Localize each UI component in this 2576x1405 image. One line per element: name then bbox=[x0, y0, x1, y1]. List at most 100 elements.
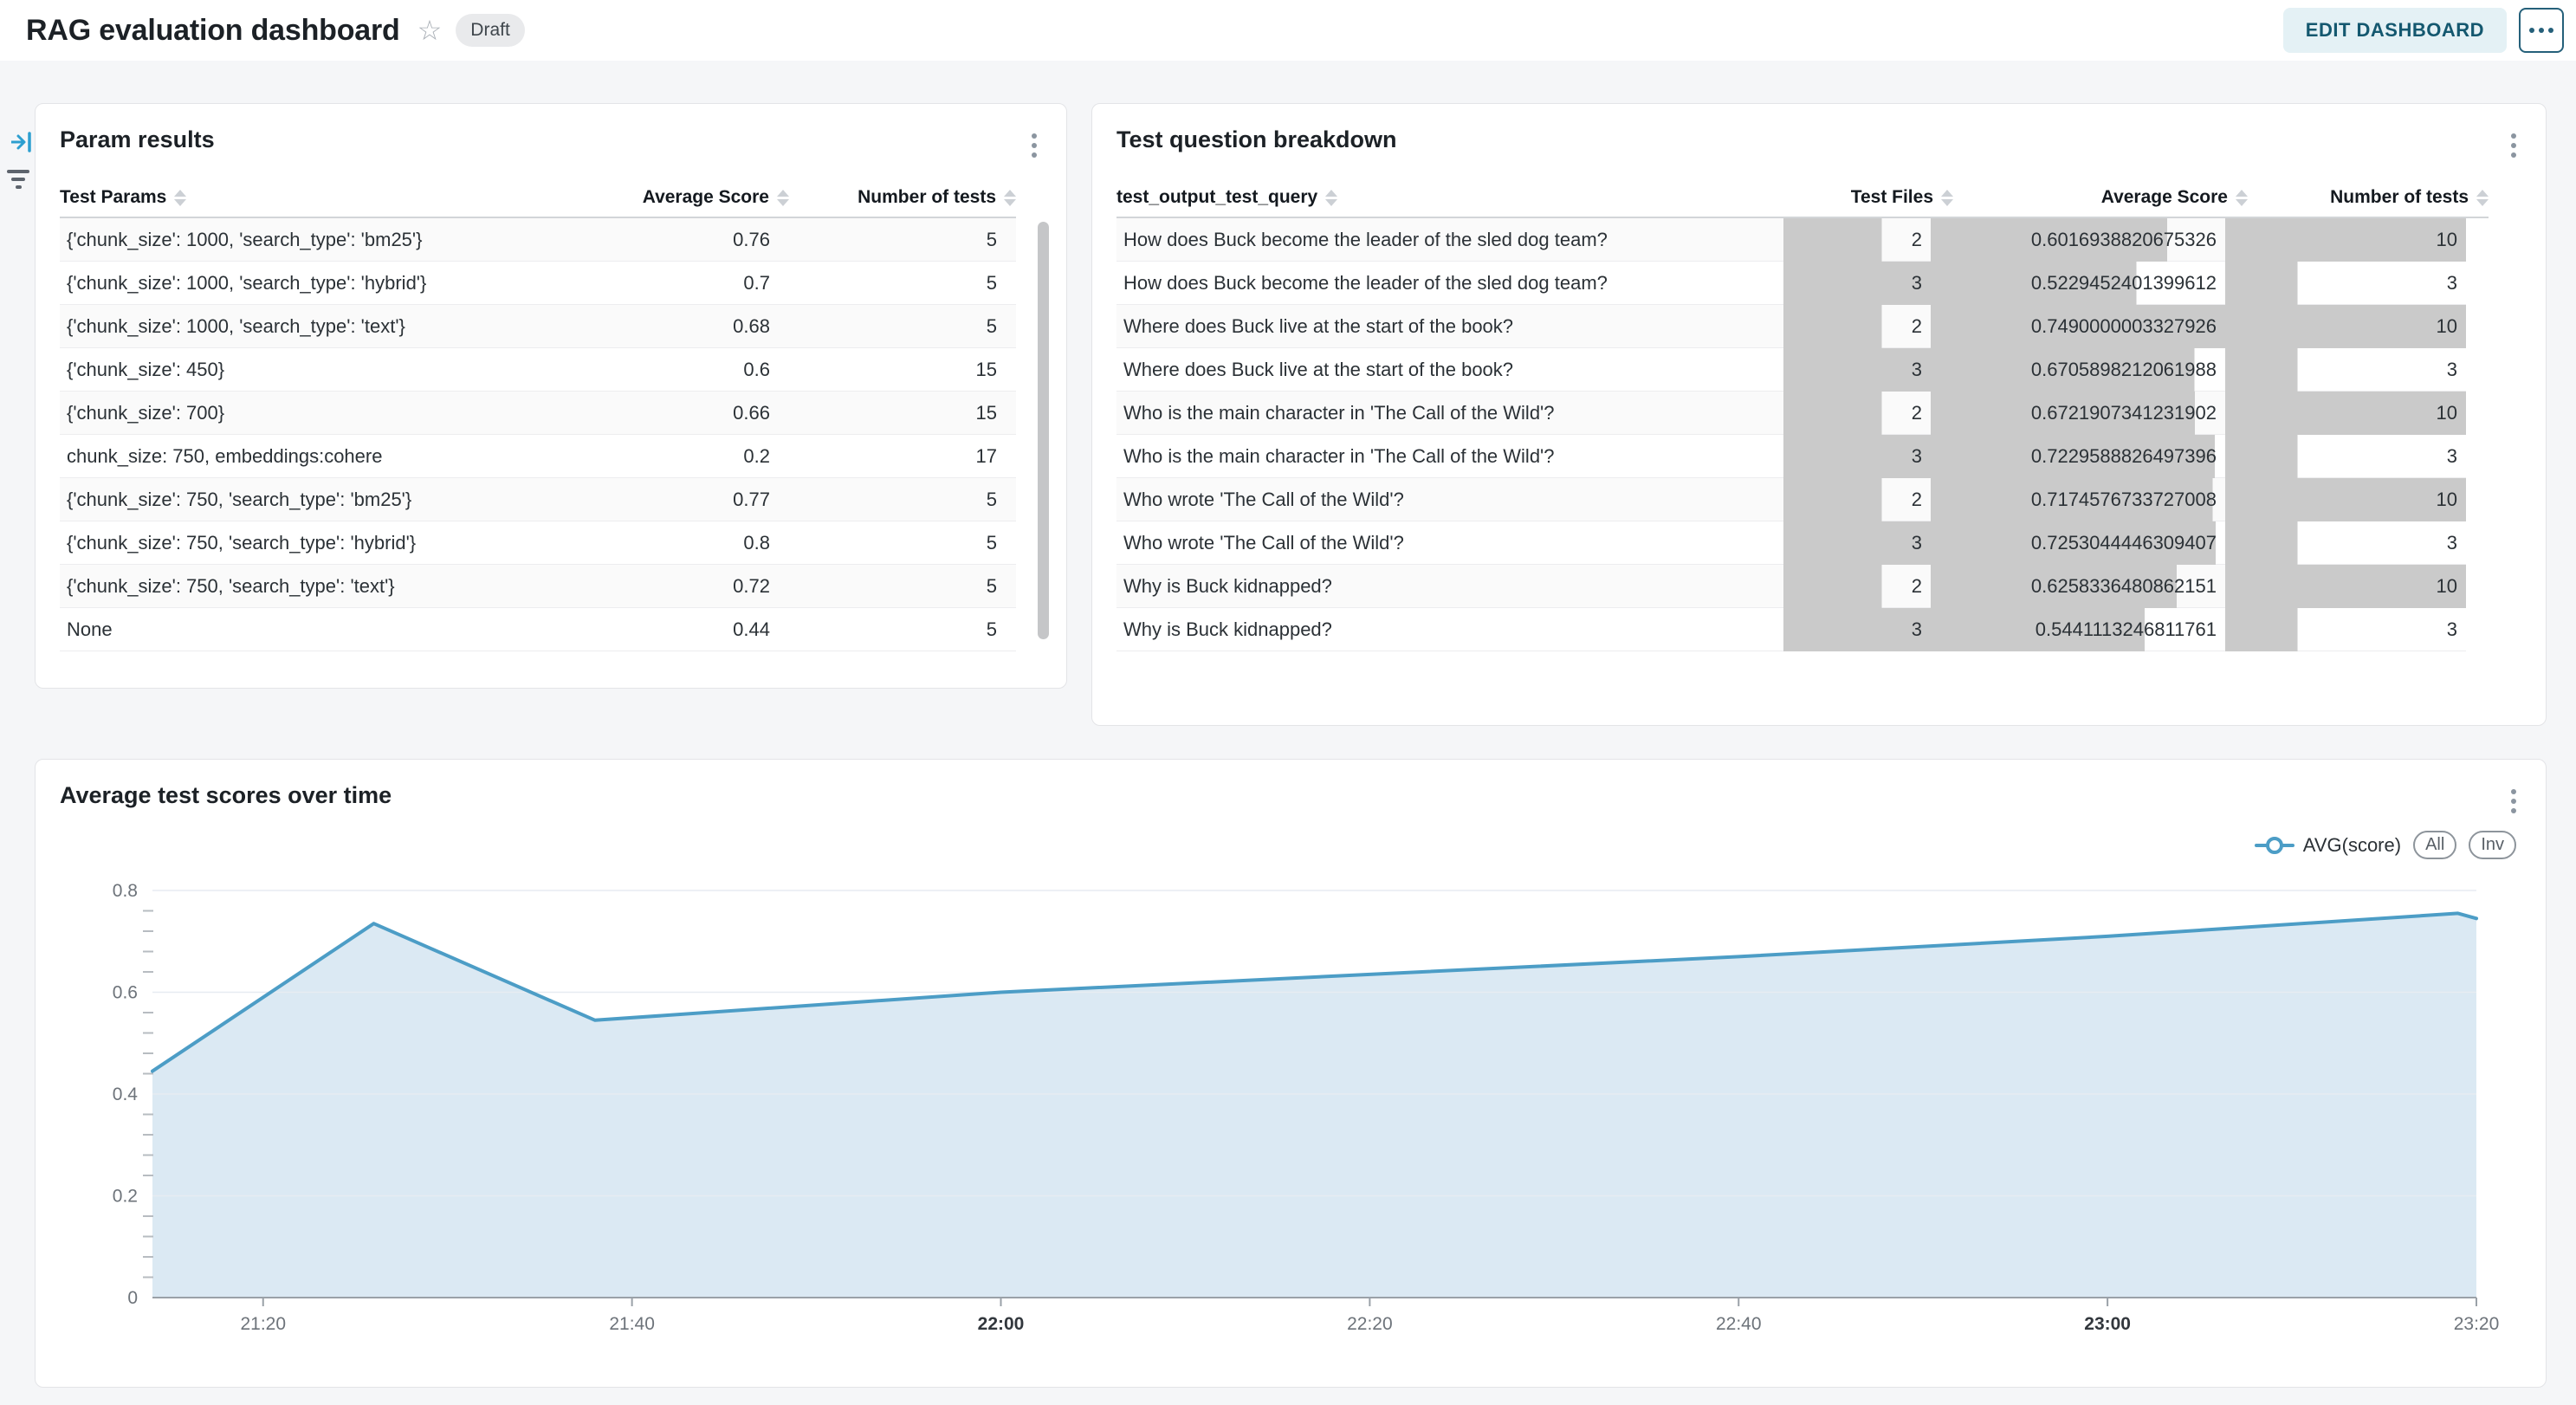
cell-test-files: 2 bbox=[1783, 478, 1931, 521]
x-axis-label: 22:40 bbox=[1716, 1314, 1762, 1334]
column-header-average-score[interactable]: Average Score bbox=[1953, 187, 2248, 208]
table-row[interactable]: {'chunk_size': 1000, 'search_type': 'bm2… bbox=[60, 218, 1016, 262]
sort-icon[interactable] bbox=[777, 190, 789, 206]
cell-average-score: 0.8 bbox=[646, 532, 789, 554]
param-results-table: Test Params Average Score Number of test… bbox=[60, 178, 1042, 651]
ellipsis-icon bbox=[2529, 28, 2534, 33]
cell-test-query: Who is the main character in 'The Call o… bbox=[1116, 402, 1783, 424]
y-axis-label: 0 bbox=[127, 1288, 138, 1308]
cell-test-query: Where does Buck live at the start of the… bbox=[1116, 359, 1783, 381]
cell-test-files: 2 bbox=[1783, 392, 1931, 435]
cell-test-files: 2 bbox=[1783, 218, 1931, 262]
cell-average-score: 0.7229588826497396 bbox=[1931, 435, 2225, 478]
table-row[interactable]: {'chunk_size': 750, 'search_type': 'bm25… bbox=[60, 478, 1016, 521]
table-row[interactable]: {'chunk_size': 750, 'search_type': 'text… bbox=[60, 565, 1016, 608]
card-title: Param results bbox=[60, 126, 215, 153]
page-title: RAG evaluation dashboard bbox=[26, 14, 400, 48]
cell-test-files: 3 bbox=[1783, 608, 1931, 651]
table-row[interactable]: None0.445 bbox=[60, 608, 1016, 651]
card-title: Average test scores over time bbox=[60, 782, 392, 809]
edit-dashboard-button[interactable]: EDIT DASHBOARD bbox=[2283, 8, 2507, 53]
table-scrollbar[interactable] bbox=[1038, 220, 1049, 648]
status-badge: Draft bbox=[456, 14, 525, 47]
table-row[interactable]: Why is Buck kidnapped?30.544111324681176… bbox=[1116, 608, 2466, 651]
table-header-row: test_output_test_query Test Files Averag… bbox=[1116, 178, 2489, 218]
table-row[interactable]: Who is the main character in 'The Call o… bbox=[1116, 392, 2466, 435]
chart-area-fill bbox=[152, 913, 2476, 1298]
table-row[interactable]: {'chunk_size': 700}0.6615 bbox=[60, 392, 1016, 435]
favorite-star-icon[interactable]: ☆ bbox=[417, 16, 443, 44]
table-row[interactable]: Who wrote 'The Call of the Wild'?30.7253… bbox=[1116, 521, 2466, 565]
sort-icon[interactable] bbox=[1004, 190, 1016, 206]
ellipsis-icon bbox=[2548, 28, 2553, 33]
column-header-test-files[interactable]: Test Files bbox=[1806, 187, 1953, 208]
question-breakdown-table: test_output_test_query Test Files Averag… bbox=[1116, 178, 2521, 651]
panel-menu-icon[interactable] bbox=[2508, 786, 2520, 817]
legend-inv-button[interactable]: Inv bbox=[2469, 831, 2516, 859]
avg-score-area-chart[interactable]: 00.20.40.60.821:2021:4022:0022:2022:4023… bbox=[36, 864, 2547, 1383]
cell-test-query: Where does Buck live at the start of the… bbox=[1116, 315, 1783, 338]
cell-test-files: 2 bbox=[1783, 305, 1931, 348]
column-header-number-of-tests[interactable]: Number of tests bbox=[789, 187, 1016, 208]
column-header-test-params[interactable]: Test Params bbox=[60, 187, 646, 208]
cell-average-score: 0.6258336480862151 bbox=[1931, 565, 2225, 608]
table-row[interactable]: Who is the main character in 'The Call o… bbox=[1116, 435, 2466, 478]
table-row[interactable]: chunk_size: 750, embeddings:cohere0.217 bbox=[60, 435, 1016, 478]
cell-test-files: 2 bbox=[1783, 565, 1931, 608]
sort-icon[interactable] bbox=[2476, 190, 2489, 206]
filter-icon[interactable] bbox=[5, 170, 31, 189]
y-axis-label: 0.8 bbox=[113, 881, 138, 901]
cell-test-query: Who wrote 'The Call of the Wild'? bbox=[1116, 489, 1783, 511]
dashboard-header: RAG evaluation dashboard ☆ Draft EDIT DA… bbox=[0, 0, 2576, 61]
table-row[interactable]: Where does Buck live at the start of the… bbox=[1116, 348, 2466, 392]
table-row[interactable]: {'chunk_size': 1000, 'search_type': 'tex… bbox=[60, 305, 1016, 348]
table-row[interactable]: {'chunk_size': 1000, 'search_type': 'hyb… bbox=[60, 262, 1016, 305]
cell-average-score: 0.44 bbox=[646, 618, 789, 641]
cell-average-score: 0.66 bbox=[646, 402, 789, 424]
cell-average-score: 0.6 bbox=[646, 359, 789, 381]
column-header-average-score[interactable]: Average Score bbox=[646, 187, 789, 208]
cell-number-of-tests: 3 bbox=[2225, 435, 2466, 478]
cell-test-files: 3 bbox=[1783, 348, 1931, 392]
column-header-number-of-tests[interactable]: Number of tests bbox=[2248, 187, 2489, 208]
cell-test-query: Why is Buck kidnapped? bbox=[1116, 575, 1783, 598]
more-options-button[interactable] bbox=[2519, 8, 2564, 53]
cell-test-params: chunk_size: 750, embeddings:cohere bbox=[60, 445, 646, 468]
table-row[interactable]: Why is Buck kidnapped?20.625833648086215… bbox=[1116, 565, 2466, 608]
sort-icon[interactable] bbox=[1941, 190, 1953, 206]
x-axis-label: 21:20 bbox=[240, 1314, 286, 1334]
y-axis-label: 0.6 bbox=[113, 983, 138, 1003]
cell-number-of-tests: 3 bbox=[2225, 521, 2466, 565]
cell-test-query: Who wrote 'The Call of the Wild'? bbox=[1116, 532, 1783, 554]
cell-test-files: 3 bbox=[1783, 521, 1931, 565]
cell-test-params: None bbox=[60, 618, 646, 641]
legend-item-avg-score[interactable]: AVG(score) bbox=[2255, 834, 2401, 857]
cell-average-score: 0.2 bbox=[646, 445, 789, 468]
panel-menu-icon[interactable] bbox=[1028, 130, 1040, 161]
legend-all-button[interactable]: All bbox=[2413, 831, 2456, 859]
table-row[interactable]: How does Buck become the leader of the s… bbox=[1116, 218, 2466, 262]
cell-average-score: 0.6016938820675326 bbox=[1931, 218, 2225, 262]
table-row[interactable]: {'chunk_size': 450}0.615 bbox=[60, 348, 1016, 392]
scrollbar-thumb[interactable] bbox=[1038, 222, 1049, 639]
cell-number-of-tests: 5 bbox=[789, 229, 1016, 251]
cell-test-params: {'chunk_size': 700} bbox=[60, 402, 646, 424]
table-row[interactable]: Where does Buck live at the start of the… bbox=[1116, 305, 2466, 348]
column-header-test-query[interactable]: test_output_test_query bbox=[1116, 187, 1806, 208]
table-row[interactable]: How does Buck become the leader of the s… bbox=[1116, 262, 2466, 305]
table-header-row: Test Params Average Score Number of test… bbox=[60, 178, 1016, 218]
panel-menu-icon[interactable] bbox=[2508, 130, 2520, 161]
cell-number-of-tests: 5 bbox=[789, 618, 1016, 641]
x-axis-label: 22:00 bbox=[978, 1314, 1025, 1334]
expand-panel-arrow-icon[interactable] bbox=[10, 132, 33, 152]
table-row[interactable]: Who wrote 'The Call of the Wild'?20.7174… bbox=[1116, 478, 2466, 521]
table-row[interactable]: {'chunk_size': 750, 'search_type': 'hybr… bbox=[60, 521, 1016, 565]
sort-icon[interactable] bbox=[1325, 190, 1337, 206]
x-axis-label: 22:20 bbox=[1347, 1314, 1393, 1334]
sort-icon[interactable] bbox=[174, 190, 186, 206]
sort-icon[interactable] bbox=[2236, 190, 2248, 206]
cell-test-params: {'chunk_size': 450} bbox=[60, 359, 646, 381]
chart-legend: AVG(score) All Inv bbox=[2255, 831, 2516, 859]
cell-average-score: 0.6705898212061988 bbox=[1931, 348, 2225, 392]
legend-series-label: AVG(score) bbox=[2303, 834, 2401, 857]
